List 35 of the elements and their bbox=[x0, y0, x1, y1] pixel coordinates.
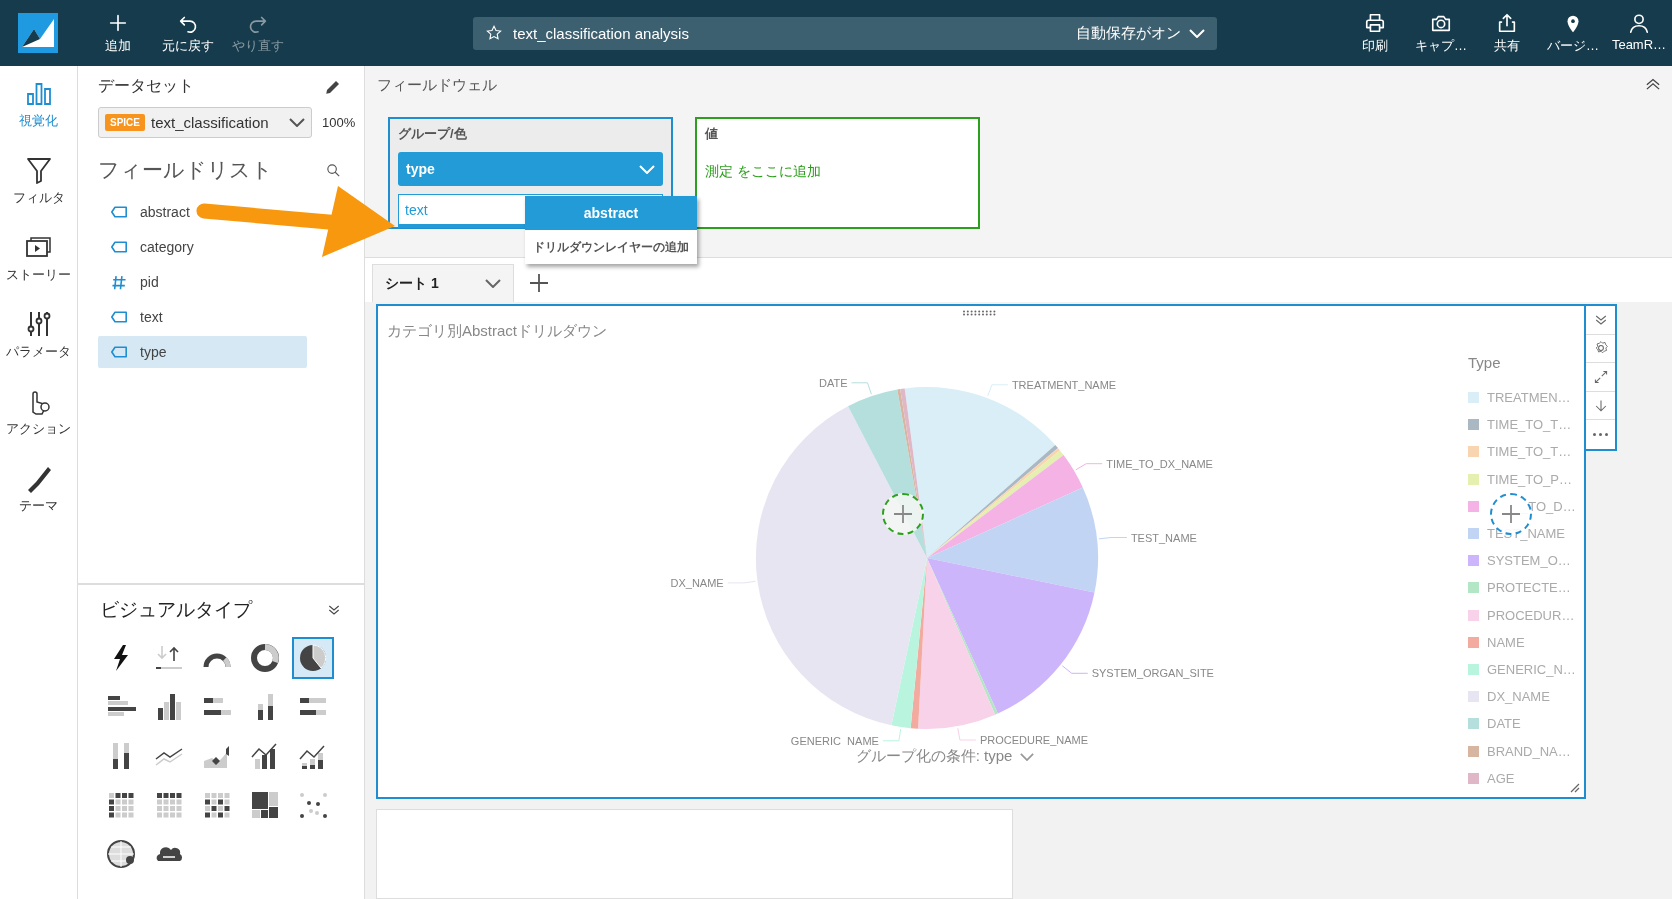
section-title: データセット bbox=[98, 76, 194, 96]
slice-label: SYSTEM_ORGAN_SITE bbox=[1091, 667, 1214, 680]
legend-label: PROCEDUR… bbox=[1487, 607, 1575, 623]
slice-label: TIME_TO_DX_NAME bbox=[1106, 457, 1213, 470]
drop-hint: 測定 をここに追加 bbox=[705, 163, 822, 181]
legend-label: PROTECTE… bbox=[1487, 580, 1571, 596]
visual-title: カテゴリ別Abstractドリルダウン bbox=[387, 322, 608, 341]
well-label: グループ/色 bbox=[398, 125, 468, 143]
visual-types-title: ビジュアルタイプ bbox=[100, 598, 252, 622]
field-list-title: フィールドリスト bbox=[98, 157, 273, 183]
legend-label: TIME_TO_P… bbox=[1487, 471, 1572, 487]
slice-label: DATE bbox=[818, 376, 848, 389]
legend-title: Type bbox=[1468, 354, 1502, 371]
legend-label: AGE bbox=[1487, 770, 1515, 786]
spice-usage: 100% bbox=[322, 115, 356, 130]
legend-label: SYSTEM_O… bbox=[1487, 553, 1571, 569]
slice-label: GENERIC_NAME bbox=[790, 734, 879, 746]
legend-label: _TO_D… bbox=[1521, 498, 1576, 514]
legend-label: TIME_TO_T… bbox=[1487, 417, 1572, 433]
legend-label: TREATMEN… bbox=[1487, 390, 1571, 406]
legend-label: DATE bbox=[1487, 716, 1521, 732]
slice-label: TREATMENT_NAME bbox=[1011, 378, 1117, 391]
spice-badge: SPICE bbox=[105, 114, 145, 131]
legend-label: DX_NAME bbox=[1487, 689, 1550, 705]
field-wells-title: フィールドウェル bbox=[377, 76, 497, 95]
legend-label: GENERIC_N… bbox=[1487, 661, 1576, 677]
legend-label: NAME bbox=[1487, 634, 1525, 650]
slice-label: PROCEDURE_NAME bbox=[979, 734, 1089, 746]
well-label: 値 bbox=[705, 125, 719, 143]
slice-label: TEST_NAME bbox=[1130, 531, 1197, 544]
analysis-title: text_classification analysis bbox=[513, 24, 690, 42]
legend-label: TIME_TO_T… bbox=[1487, 444, 1572, 460]
legend-label: BRAND_NA… bbox=[1487, 743, 1571, 759]
legend-label: TEST_NAME bbox=[1487, 526, 1565, 542]
slice-label: DX_NAME bbox=[670, 576, 724, 589]
